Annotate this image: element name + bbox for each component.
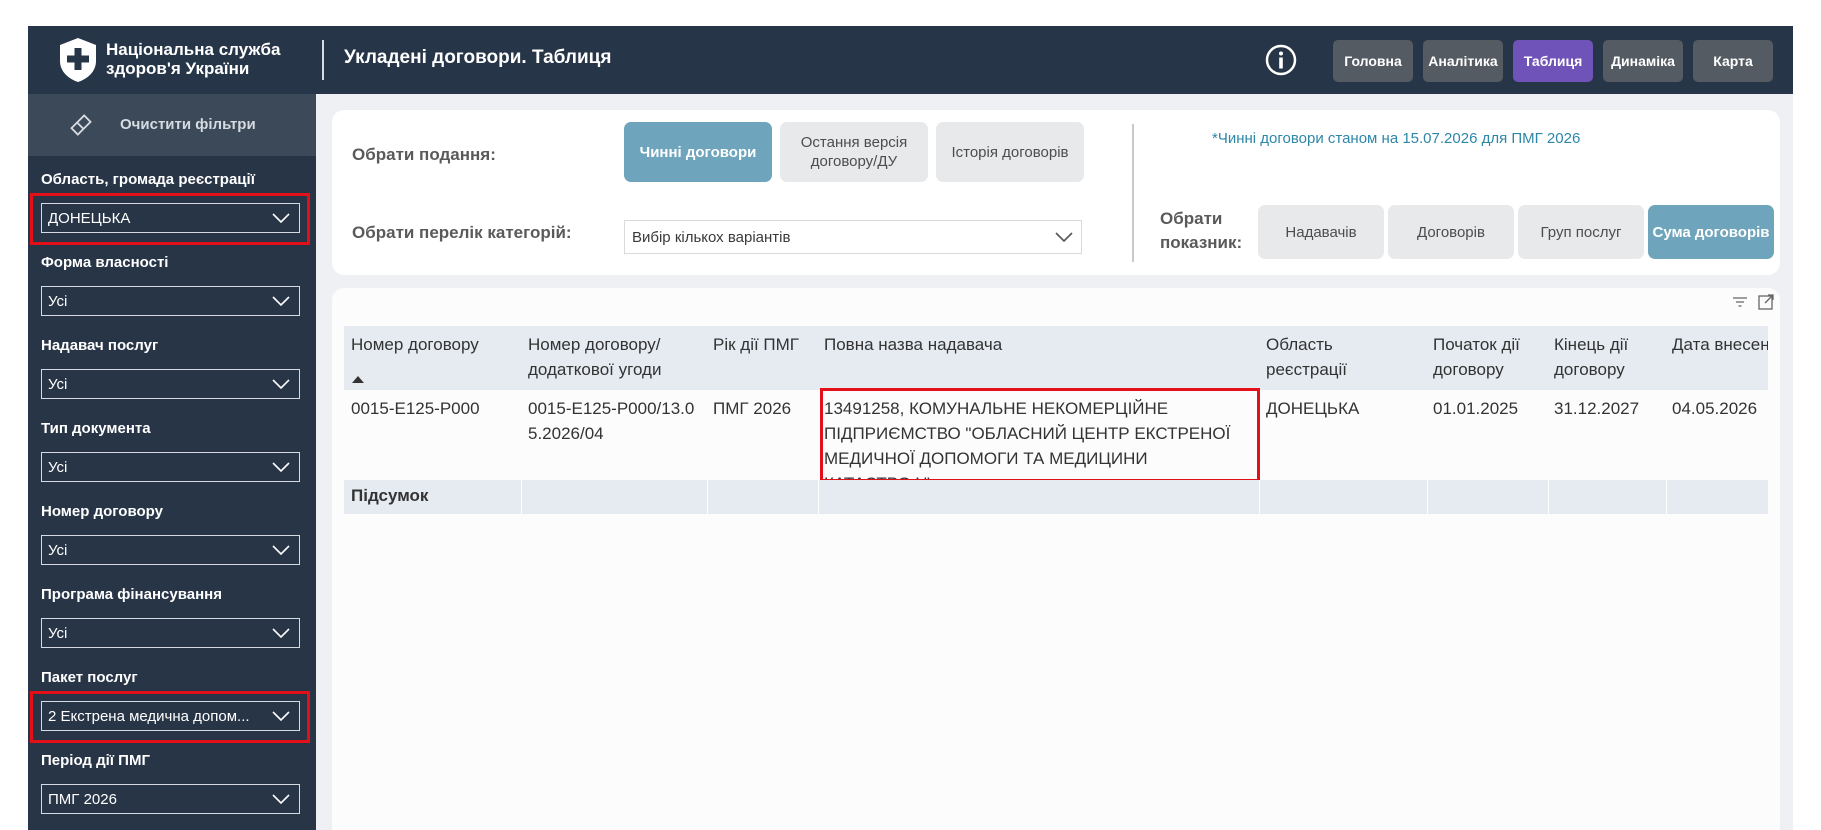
filter-label-service-package: Пакет послуг <box>41 669 138 686</box>
top-bar: Національна служба здоров'я України Укла… <box>28 26 1793 94</box>
nav-button-table[interactable]: Таблиця <box>1513 40 1593 82</box>
org-name: Національна служба здоров'я України <box>106 40 306 78</box>
controls-divider <box>1132 124 1134 262</box>
chevron-down-icon <box>272 462 290 472</box>
clear-filters-label: Очистити фільтри <box>120 116 256 133</box>
filter-dropdown-document-type[interactable]: Усі <box>41 452 300 482</box>
app-window: Національна служба здоров'я України Укла… <box>28 26 1793 830</box>
org-name-line1: Національна служба <box>106 40 281 59</box>
total-row-divider <box>521 480 522 514</box>
nszu-logo-icon <box>60 38 96 82</box>
filter-dropdown-pmg-period[interactable]: ПМГ 2026 <box>41 784 300 814</box>
indicator-option-contract-sum[interactable]: Сума договорів <box>1648 205 1774 259</box>
column-header-end-date[interactable]: Кінець дії договору <box>1554 332 1654 382</box>
cell-agreement-number: 0015-Е125-Р000/13.05.2026/04 <box>528 399 695 443</box>
table-header-row: Номер договору Номер договору/ додатково… <box>344 326 1768 390</box>
filter-value-document-type: Усі <box>48 459 68 476</box>
chevron-down-icon <box>272 711 290 721</box>
filter-dropdown-region[interactable]: ДОНЕЦЬКА <box>41 203 300 233</box>
controls-panel: Обрати подання: Чинні договори Остання в… <box>332 110 1780 275</box>
filter-value-region: ДОНЕЦЬКА <box>48 210 131 227</box>
cell-change-date: 04.05.2026 <box>1672 399 1758 418</box>
chevron-down-icon <box>272 213 290 223</box>
submission-label: Обрати подання: <box>352 145 496 164</box>
categories-label: Обрати перелік категорій: <box>352 223 572 242</box>
chevron-down-icon <box>272 296 290 306</box>
filter-label-contract-number: Номер договору <box>41 503 163 520</box>
filter-value-pmg-period: ПМГ 2026 <box>48 791 117 808</box>
filter-dropdown-ownership[interactable]: Усі <box>41 286 300 316</box>
chevron-down-icon <box>272 545 290 555</box>
categories-dropdown[interactable]: Вибір кількох варіантів <box>624 220 1082 254</box>
filter-value-contract-number: Усі <box>48 542 68 559</box>
total-label: Підсумок <box>351 486 429 505</box>
nav-button-map[interactable]: Карта <box>1693 40 1773 82</box>
filter-value-provider: Усі <box>48 376 68 393</box>
filter-value-service-package: 2 Екстрена медична допом... <box>48 708 250 725</box>
indicator-label: Обрати показник: <box>1160 209 1243 252</box>
table-row[interactable]: 0015-Е125-Р000 0015-Е125-Р000/13.05.2026… <box>344 388 1768 493</box>
filter-dropdown-contract-number[interactable]: Усі <box>41 535 300 565</box>
submission-option-current[interactable]: Чинні договори <box>624 122 772 182</box>
filter-value-ownership: Усі <box>48 293 68 310</box>
column-header-start-date[interactable]: Початок дії договору <box>1433 332 1533 382</box>
nav-button-home[interactable]: Головна <box>1333 40 1413 82</box>
total-row-divider <box>1548 480 1549 514</box>
cell-region: ДОНЕЦЬКА <box>1266 399 1360 418</box>
total-row-divider <box>1427 480 1428 514</box>
filter-label-pmg-period: Період дії ПМГ <box>41 752 150 769</box>
column-header-agreement-number[interactable]: Номер договору/ додаткової угоди <box>528 332 693 382</box>
submission-option-latest-version[interactable]: Остання версія договору/ДУ <box>780 122 928 182</box>
filter-label-document-type: Тип документа <box>41 420 151 437</box>
focus-mode-icon[interactable] <box>1756 292 1776 312</box>
filter-dropdown-service-package[interactable]: 2 Екстрена медична допом... <box>41 701 300 731</box>
cell-contract-number: 0015-Е125-Р000 <box>351 399 480 418</box>
filter-dropdown-provider[interactable]: Усі <box>41 369 300 399</box>
chevron-down-icon <box>272 379 290 389</box>
filter-dropdown-funding-program[interactable]: Усі <box>41 618 300 648</box>
table-panel: Номер договору Номер договору/ додатково… <box>332 288 1780 830</box>
indicator-option-contracts[interactable]: Договорів <box>1388 205 1514 259</box>
filter-label-funding-program: Програма фінансування <box>41 586 222 603</box>
org-name-line2: здоров'я України <box>106 59 250 78</box>
filter-label-provider: Надавач послуг <box>41 337 159 354</box>
header-divider <box>322 40 324 80</box>
column-header-contract-number[interactable]: Номер договору <box>351 332 491 357</box>
indicator-option-service-groups[interactable]: Груп послуг <box>1518 205 1644 259</box>
total-row-divider <box>1666 480 1667 514</box>
filter-label-ownership: Форма власності <box>41 254 169 271</box>
cell-start-date: 01.01.2025 <box>1433 399 1519 418</box>
submission-option-history[interactable]: Історія договорів <box>936 122 1084 182</box>
filter-sidebar: Очистити фільтри Область, громада реєстр… <box>28 94 316 830</box>
indicator-option-providers[interactable]: Надавачів <box>1258 205 1384 259</box>
total-row-divider <box>707 480 708 514</box>
clear-filters-button[interactable]: Очистити фільтри <box>28 94 316 156</box>
chevron-down-icon <box>272 628 290 638</box>
filter-lines-icon[interactable] <box>1730 292 1750 312</box>
sort-ascending-icon[interactable] <box>352 376 364 383</box>
filter-label-region: Область, громада реєстрації <box>41 171 255 188</box>
categories-value: Вибір кількох варіантів <box>632 229 791 246</box>
total-row-divider <box>1259 480 1260 514</box>
cell-end-date: 31.12.2027 <box>1554 399 1640 418</box>
cell-pmg-year: ПМГ 2026 <box>713 399 792 418</box>
column-header-pmg-year[interactable]: Рік дії ПМГ <box>713 332 818 357</box>
filter-value-funding-program: Усі <box>48 625 68 642</box>
column-header-region[interactable]: Область реєстрації <box>1266 332 1396 382</box>
total-row-divider <box>818 480 819 514</box>
column-header-change-date[interactable]: Дата внесення зм <box>1672 332 1768 357</box>
nav-button-analytics[interactable]: Аналітика <box>1423 40 1503 82</box>
table-total-row: Підсумок <box>344 480 1768 514</box>
chevron-down-icon <box>1055 232 1073 242</box>
eraser-icon <box>70 114 92 136</box>
column-header-change-date-label: Дата внесення зм <box>1672 335 1768 354</box>
current-contracts-note: *Чинні договори станом на 15.07.2026 для… <box>1212 130 1581 147</box>
nav-button-dynamics[interactable]: Динаміка <box>1603 40 1683 82</box>
info-icon[interactable] <box>1265 44 1297 76</box>
page-title: Укладені договори. Таблиця <box>344 47 612 68</box>
column-header-provider-name[interactable]: Повна назва надавача <box>824 332 1124 357</box>
column-header-change-date-text: Дата внесення зм <box>1672 332 1768 357</box>
chevron-down-icon <box>272 794 290 804</box>
